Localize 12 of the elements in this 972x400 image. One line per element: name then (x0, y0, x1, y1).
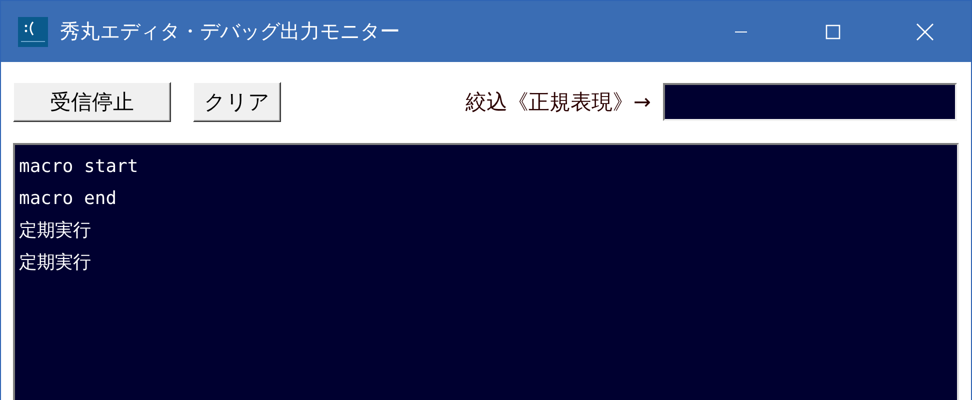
output-line: 定期実行 (19, 219, 92, 243)
maximize-icon[interactable] (825, 24, 841, 40)
app-icon (18, 16, 48, 46)
filter-field[interactable] (663, 83, 957, 121)
stop-button[interactable]: 受信停止 (13, 82, 171, 122)
clear-button[interactable]: クリア (193, 82, 281, 122)
window-title: 秀丸エディタ・デバッグ出力モニター (60, 18, 400, 45)
close-icon[interactable] (916, 22, 934, 40)
output-line: macro start (19, 155, 140, 179)
filter-label: 絞込《正規表現》→ (465, 89, 651, 116)
output-line: 定期実行 (19, 251, 92, 275)
output-line: macro end (19, 187, 118, 211)
